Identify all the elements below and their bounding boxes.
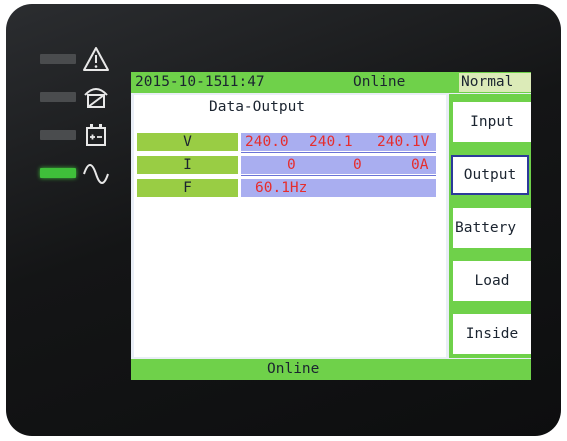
voltage-value-1: 240.0 <box>245 134 289 150</box>
menu-input-button[interactable]: Input <box>453 102 531 142</box>
voltage-value-3: 240.1V <box>377 134 430 150</box>
current-value-1: 0 <box>287 157 296 173</box>
led-row-fault <box>40 46 140 74</box>
status-date: 2015-10-15 <box>135 74 223 90</box>
menu-output-button[interactable]: Output <box>451 155 529 195</box>
frequency-value: 60.1Hz <box>255 180 308 196</box>
menu-load-button[interactable]: Load <box>453 261 531 301</box>
menu-sidebar: Input Output Battery Load Inside <box>449 94 531 358</box>
row-values-voltage: 240.0 240.1 240.1V <box>241 133 436 151</box>
row-values-frequency: 60.1Hz <box>241 179 436 197</box>
warning-icon <box>83 47 109 71</box>
row-divider <box>241 175 436 176</box>
voltage-value-2: 240.1 <box>309 134 353 150</box>
led-row-bypass <box>40 84 140 112</box>
row-label-frequency: F <box>137 179 238 197</box>
status-bar: 2015-10-15 11:47 Online Normal <box>131 72 531 93</box>
current-value-3: 0A <box>411 157 429 173</box>
panel-title: Data-Output <box>209 99 306 115</box>
lcd-screen: 2015-10-15 11:47 Online Normal Data-Outp… <box>131 72 531 380</box>
battery-led <box>40 130 76 140</box>
sine-wave-icon <box>83 164 109 184</box>
led-row-battery <box>40 122 140 150</box>
row-label-voltage: V <box>137 133 238 151</box>
battery-icon <box>86 124 106 146</box>
status-mode: Online <box>353 74 406 90</box>
row-divider <box>241 152 436 153</box>
output-led <box>40 168 76 178</box>
status-state-badge: Normal <box>459 73 531 92</box>
current-value-2: 0 <box>353 157 362 173</box>
bottom-status-text: Online <box>267 361 320 377</box>
menu-battery-button[interactable]: Battery <box>453 208 531 248</box>
status-time: 11:47 <box>221 74 265 90</box>
row-values-current: 0 0 0A <box>241 156 436 174</box>
fault-led <box>40 54 76 64</box>
bypass-led <box>40 92 76 102</box>
data-output-panel: Data-Output V 240.0 240.1 240.1V I 0 0 0… <box>134 95 446 357</box>
led-row-output <box>40 160 140 188</box>
row-label-current: I <box>137 156 238 174</box>
ups-display-bezel: 2015-10-15 11:47 Online Normal Data-Outp… <box>6 4 561 436</box>
bypass-icon <box>84 88 108 108</box>
bottom-status-bar: Online <box>131 359 531 380</box>
menu-inside-button[interactable]: Inside <box>453 314 531 354</box>
